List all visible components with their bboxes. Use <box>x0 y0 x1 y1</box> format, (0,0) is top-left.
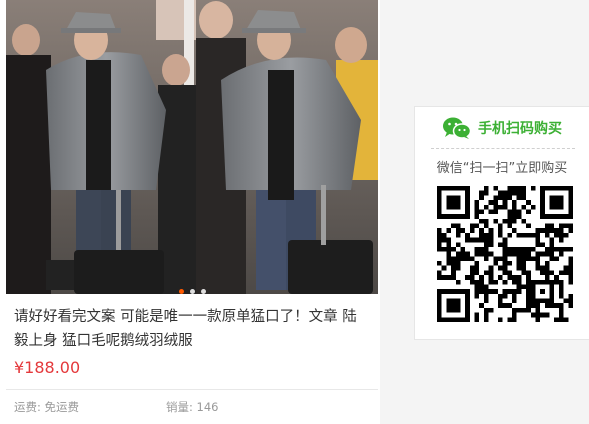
product-photo-image <box>6 0 378 294</box>
qr-code-image <box>437 186 573 322</box>
qr-panel-separator <box>431 148 575 149</box>
qr-panel-heading: 手机扫码购买 <box>478 121 562 137</box>
carousel-indicator <box>6 279 378 294</box>
qr-panel-header: 手机扫码购买 <box>415 107 589 149</box>
qr-panel-subtitle: 微信“扫一扫”立即购买 <box>436 161 568 176</box>
divider <box>6 389 378 390</box>
carousel-dot[interactable] <box>178 289 184 294</box>
product-price: ¥188.00 <box>14 358 81 377</box>
shipping-fee: 运费: 免运费 <box>14 400 80 414</box>
qr-purchase-panel: 手机扫码购买 微信“扫一扫”立即购买 <box>414 106 589 340</box>
product-title[interactable]: 请好好看完文案 可能是唯一一款原单猛口了！文章 陆毅上身 猛口毛呢鹅绒羽绒服 <box>14 305 369 353</box>
product-photo[interactable] <box>6 0 378 294</box>
product-card: 请好好看完文案 可能是唯一一款原单猛口了！文章 陆毅上身 猛口毛呢鹅绒羽绒服 ¥… <box>0 0 380 424</box>
sales-count: 销量: 146 <box>166 400 219 414</box>
wechat-icon <box>443 117 472 139</box>
carousel-dot[interactable] <box>189 289 195 294</box>
carousel-dot[interactable] <box>200 289 206 294</box>
